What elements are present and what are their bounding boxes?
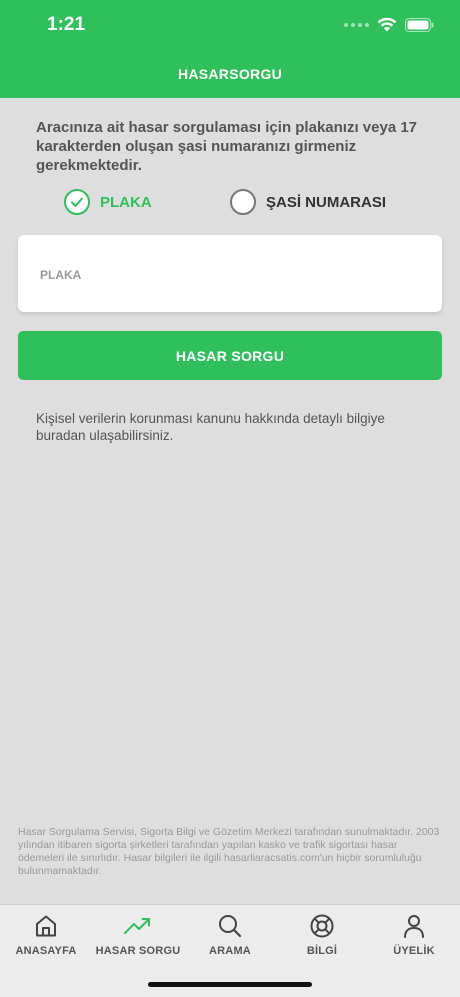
- trending-up-icon: [124, 918, 150, 934]
- tab-bilgi[interactable]: BİLGİ: [276, 905, 368, 965]
- plate-input[interactable]: [38, 262, 422, 288]
- tab-bilgi-label: BİLGİ: [306, 945, 338, 957]
- status-indicators: [344, 17, 434, 32]
- search-icon: [219, 915, 242, 938]
- home-indicator: [148, 982, 312, 987]
- tab-arama[interactable]: ARAMA: [184, 905, 276, 965]
- privacy-link[interactable]: Kişisel verilerin korunması kanunu hakkı…: [36, 410, 426, 444]
- radio-empty-icon[interactable]: [230, 189, 256, 215]
- option-sasi-label: ŞASİ NUMARASI: [266, 193, 387, 211]
- tab-bar: ANASAYFA HASAR SORGU ARAMA BİLGİ ÜYELİK: [0, 904, 460, 997]
- option-plaka[interactable]: PLAKA: [64, 189, 152, 215]
- option-sasi-numarasi[interactable]: ŞASİ NUMARASI: [230, 189, 386, 215]
- tab-arama-label: ARAMA: [209, 945, 251, 957]
- check-circle-icon[interactable]: [64, 189, 90, 215]
- tab-uyelik[interactable]: ÜYELİK: [368, 905, 460, 965]
- page-title: HASARSORGU: [177, 66, 283, 82]
- battery-icon: [405, 17, 434, 32]
- plate-input-card: [18, 235, 442, 312]
- home-icon: [36, 915, 56, 937]
- tab-uyelik-label: ÜYELİK: [393, 945, 435, 957]
- tab-anasayfa-label: ANASAYFA: [15, 945, 77, 957]
- tab-hasar-sorgu-label: HASAR SORGU: [95, 945, 181, 957]
- user-icon: [404, 915, 424, 938]
- tab-anasayfa[interactable]: ANASAYFA: [0, 905, 92, 965]
- status-time: 1:21: [47, 14, 86, 35]
- disclaimer-text: Hasar Sorgulama Servisi, Sigorta Bilgi v…: [18, 826, 440, 877]
- signal-icon: [344, 22, 369, 27]
- header-bar: 1:21 HASARSORGU: [0, 0, 460, 98]
- option-plaka-label: PLAKA: [100, 193, 152, 211]
- lifebuoy-icon: [310, 914, 334, 938]
- tab-hasar-sorgu[interactable]: HASAR SORGU: [92, 905, 184, 965]
- instruction-text: Aracınıza ait hasar sorgulaması için pla…: [36, 119, 418, 174]
- hasar-sorgu-button[interactable]: HASAR SORGU: [18, 331, 442, 380]
- wifi-icon: [377, 17, 397, 32]
